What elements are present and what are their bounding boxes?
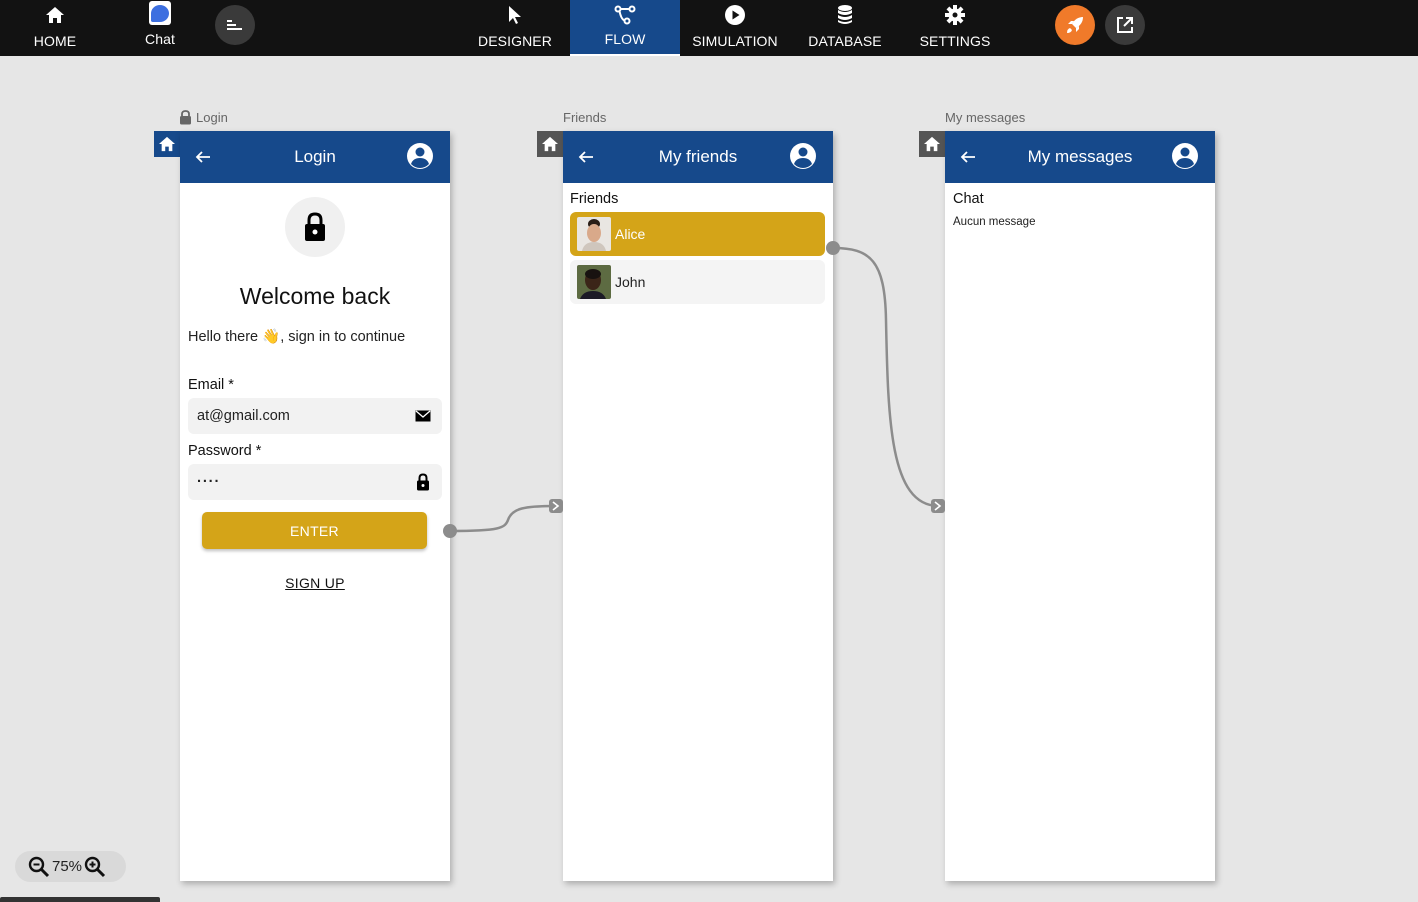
home-icon bbox=[542, 136, 558, 152]
chat-app-icon bbox=[149, 1, 171, 25]
sign-up-link[interactable]: SIGN UP bbox=[180, 575, 450, 591]
account-icon[interactable] bbox=[405, 141, 435, 171]
appbar-title: My friends bbox=[658, 147, 738, 166]
friends-section-title: Friends bbox=[570, 191, 619, 207]
zoom-control: 75% bbox=[15, 851, 126, 882]
email-field[interactable]: at@gmail.com bbox=[188, 398, 442, 434]
friends-screen[interactable]: My friends Friends Alice John bbox=[563, 131, 833, 881]
start-screen-badge[interactable] bbox=[154, 131, 180, 157]
connector-login-to-friends bbox=[449, 504, 557, 533]
avatar bbox=[577, 265, 611, 299]
nav-database-label: DATABASE bbox=[808, 33, 882, 49]
gear-icon bbox=[944, 4, 966, 26]
zoom-level: 75% bbox=[52, 858, 83, 875]
play-icon bbox=[724, 4, 746, 26]
connector-friends-to-messages bbox=[832, 246, 939, 508]
connector-target-handle bbox=[549, 499, 563, 513]
zoom-in-icon[interactable] bbox=[84, 856, 106, 878]
friends-appbar: My friends bbox=[563, 131, 833, 183]
lock-icon bbox=[305, 212, 325, 241]
friend-name: John bbox=[615, 274, 646, 290]
set-home-badge[interactable] bbox=[537, 131, 563, 157]
nav-designer[interactable]: DESIGNER bbox=[470, 0, 560, 56]
lock-icon bbox=[414, 473, 432, 491]
home-icon bbox=[159, 136, 175, 152]
screen-label-messages: My messages bbox=[945, 110, 1026, 125]
open-external-button[interactable] bbox=[1105, 5, 1145, 45]
hello-text: Hello there 👋, sign in to continue bbox=[188, 329, 406, 345]
top-navigation-bar: HOME Chat DESIGNER FLOW SIMULATION DATAB… bbox=[0, 0, 1418, 56]
nav-settings-label: SETTINGS bbox=[919, 33, 991, 49]
outline-toggle-button[interactable] bbox=[215, 5, 255, 45]
chat-section-title: Chat bbox=[953, 191, 984, 207]
back-arrow-icon[interactable] bbox=[959, 148, 977, 166]
screen-label-login: Login bbox=[179, 110, 228, 125]
flow-icon bbox=[614, 4, 636, 26]
list-item[interactable]: John bbox=[570, 260, 825, 304]
home-icon bbox=[924, 136, 940, 152]
nav-chat-label: Chat bbox=[145, 31, 175, 47]
back-arrow-icon[interactable] bbox=[194, 148, 212, 166]
nav-simulation[interactable]: SIMULATION bbox=[685, 0, 785, 56]
email-label: Email * bbox=[188, 377, 234, 393]
password-label: Password * bbox=[188, 443, 262, 459]
appbar-title: My messages bbox=[1027, 147, 1133, 166]
messages-screen[interactable]: My messages Chat Aucun message bbox=[945, 131, 1215, 881]
account-icon[interactable] bbox=[788, 141, 818, 171]
messages-appbar: My messages bbox=[945, 131, 1215, 183]
password-field[interactable]: ···· bbox=[188, 464, 442, 500]
nav-designer-label: DESIGNER bbox=[478, 33, 552, 49]
avatar bbox=[577, 217, 611, 251]
external-link-icon bbox=[1117, 17, 1133, 33]
nav-database[interactable]: DATABASE bbox=[800, 0, 890, 56]
password-value: ···· bbox=[197, 474, 221, 490]
zoom-out-icon[interactable] bbox=[28, 856, 50, 878]
database-icon bbox=[834, 4, 856, 26]
email-value: at@gmail.com bbox=[197, 408, 290, 424]
nav-chat[interactable]: Chat bbox=[130, 0, 190, 56]
nav-home-label: HOME bbox=[33, 33, 77, 49]
bottom-scrollbar[interactable] bbox=[0, 897, 160, 902]
cursor-icon bbox=[504, 4, 526, 26]
friend-name: Alice bbox=[615, 226, 646, 242]
enter-button[interactable]: ENTER bbox=[202, 512, 427, 549]
nav-flow-label: FLOW bbox=[604, 31, 646, 47]
list-item[interactable]: Alice bbox=[570, 212, 825, 256]
publish-button[interactable] bbox=[1055, 5, 1095, 45]
empty-messages-text: Aucun message bbox=[953, 216, 1036, 228]
login-appbar: Login bbox=[180, 131, 450, 183]
back-arrow-icon[interactable] bbox=[577, 148, 595, 166]
envelope-icon bbox=[414, 407, 432, 425]
lock-icon bbox=[180, 110, 191, 125]
home-icon bbox=[44, 4, 66, 26]
rocket-icon bbox=[1067, 17, 1083, 33]
nav-simulation-label: SIMULATION bbox=[692, 33, 778, 49]
outline-icon bbox=[227, 20, 242, 30]
appbar-title: Login bbox=[294, 147, 336, 166]
set-home-badge[interactable] bbox=[919, 131, 945, 157]
welcome-heading: Welcome back bbox=[239, 283, 391, 309]
account-icon[interactable] bbox=[1170, 141, 1200, 171]
lock-avatar bbox=[285, 197, 345, 257]
login-screen[interactable]: Login Welcome back Hello there 👋, sign i… bbox=[180, 131, 450, 881]
nav-flow[interactable]: FLOW bbox=[570, 0, 680, 56]
connector-target-handle bbox=[931, 499, 945, 513]
screen-label-friends: Friends bbox=[563, 110, 607, 125]
nav-settings[interactable]: SETTINGS bbox=[910, 0, 1000, 56]
nav-home[interactable]: HOME bbox=[20, 0, 90, 56]
